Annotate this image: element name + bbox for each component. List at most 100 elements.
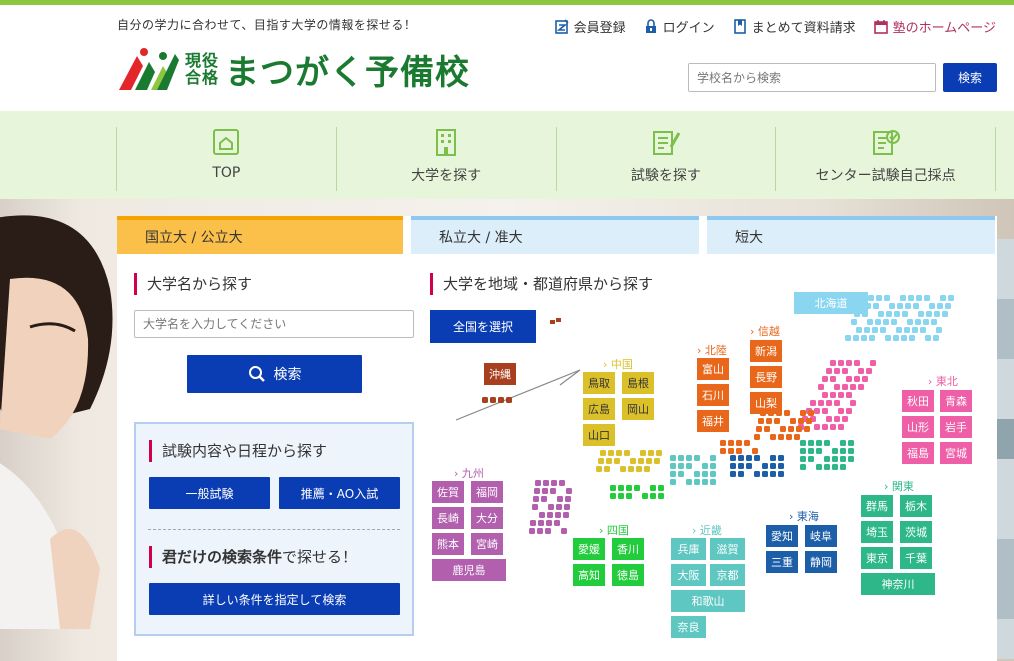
nav-item-find-university[interactable]: 大学を探す [335, 127, 556, 191]
detailed-search-button[interactable]: 詳しい条件を指定して検索 [149, 583, 400, 615]
tab-national-public[interactable]: 国立大 / 公立大 [117, 216, 403, 254]
login-link[interactable]: ログイン [644, 17, 715, 36]
search-icon [248, 366, 265, 382]
map-dot-kyushu [529, 528, 535, 534]
pref-button-fukuoka[interactable]: 福岡 [471, 481, 503, 503]
map-dot-hokkaido [924, 295, 930, 301]
map-dot-kanto [832, 456, 838, 462]
pref-button-yamagata[interactable]: 山形 [902, 416, 934, 438]
map-dot-hokkaido [934, 311, 940, 317]
pref-button-hiroshima[interactable]: 広島 [583, 398, 615, 420]
pref-button-toyama[interactable]: 富山 [697, 358, 729, 380]
pref-button-akita[interactable]: 秋田 [902, 390, 934, 412]
pref-button-fukui[interactable]: 福井 [697, 410, 729, 432]
pref-button-chiba[interactable]: 千葉 [900, 547, 932, 569]
pref-button-gifu[interactable]: 岐阜 [805, 525, 837, 547]
pref-button-gunma[interactable]: 群馬 [861, 495, 893, 517]
pref-button-kumamoto[interactable]: 熊本 [432, 533, 464, 555]
pref-button-okinawa[interactable]: 沖縄 [484, 363, 516, 385]
pref-button-ishikawa[interactable]: 石川 [697, 384, 729, 406]
site-logo[interactable]: 現役 合格 まつがく予備校 [117, 45, 470, 93]
map-dot-kyushu [545, 528, 551, 534]
pref-button-oita[interactable]: 大分 [471, 507, 503, 529]
map-dot-shinetsu [784, 410, 790, 416]
pref-button-fukushima[interactable]: 福島 [902, 442, 934, 464]
recommendation-ao-button[interactable]: 推薦・AO入試 [279, 477, 400, 509]
map-dot-tohoku [850, 384, 856, 390]
university-name-input[interactable] [134, 310, 414, 338]
pref-button-miyazaki[interactable]: 宮崎 [471, 533, 503, 555]
pref-button-nara[interactable]: 奈良 [671, 616, 706, 638]
pref-button-iwate[interactable]: 岩手 [940, 416, 972, 438]
bookmark-icon [733, 19, 746, 34]
pref-button-yamanashi[interactable]: 山梨 [750, 392, 782, 414]
pref-button-saitama[interactable]: 埼玉 [861, 521, 893, 543]
general-exam-button[interactable]: 一般試験 [149, 477, 270, 509]
bulk-request-link[interactable]: まとめて資料請求 [733, 17, 856, 36]
pref-button-kochi[interactable]: 高知 [573, 564, 605, 586]
map-dot-hokuriku [752, 448, 758, 454]
map-dot-hokkaido [864, 327, 870, 333]
register-link-label: 会員登録 [573, 21, 626, 36]
pref-button-tokyo[interactable]: 東京 [861, 547, 893, 569]
school-search-button[interactable]: 検索 [943, 63, 997, 92]
pref-button-hyogo[interactable]: 兵庫 [671, 538, 706, 560]
pref-button-shizuoka[interactable]: 静岡 [805, 551, 837, 573]
map-dot-kanto [816, 464, 822, 470]
map-dot-tokai [730, 455, 736, 461]
pref-button-aomori[interactable]: 青森 [940, 390, 972, 412]
pref-button-niigata[interactable]: 新潟 [750, 340, 782, 362]
map-dot-tokai [730, 463, 736, 469]
pref-button-kagoshima[interactable]: 鹿児島 [432, 559, 506, 581]
custom-condition-title: 君だけの検索条件で探せる！ [149, 546, 357, 568]
student-photo [0, 215, 113, 629]
map-dot-hokkaido [905, 303, 911, 309]
map-dot-hokkaido [909, 335, 915, 341]
pref-button-aichi[interactable]: 愛知 [766, 525, 798, 547]
pref-button-ibaraki[interactable]: 茨城 [900, 521, 932, 543]
map-dot-chugoku [648, 450, 654, 456]
map-dot-kanto [816, 440, 822, 446]
pref-button-tottori[interactable]: 鳥取 [583, 372, 615, 394]
pref-button-nagasaki[interactable]: 長崎 [432, 507, 464, 529]
school-homepage-link[interactable]: 塾のホームページ [873, 17, 996, 36]
map-dot-tohoku [842, 368, 848, 374]
school-search-input[interactable] [688, 63, 936, 92]
pref-button-shimane[interactable]: 島根 [622, 372, 654, 394]
nav-item-find-exam[interactable]: 試験を探す [555, 127, 776, 191]
pref-button-kagawa[interactable]: 香川 [612, 538, 644, 560]
pref-button-miyagi[interactable]: 宮城 [940, 442, 972, 464]
tab-private[interactable]: 私立大 / 准大 [411, 216, 699, 254]
pref-button-saga[interactable]: 佐賀 [432, 481, 464, 503]
map-dot-tokai [754, 471, 760, 477]
map-dot-tohoku [830, 424, 836, 430]
map-dot-kanto [824, 456, 830, 462]
map-dot-chugoku [600, 450, 606, 456]
nav-item-top[interactable]: TOP [116, 127, 336, 191]
pref-button-yamaguchi[interactable]: 山口 [583, 424, 615, 446]
pref-button-kyoto[interactable]: 京都 [710, 564, 745, 586]
pref-button-tokushima[interactable]: 徳島 [612, 564, 644, 586]
map-dot-tohoku [854, 376, 860, 382]
pref-button-nagano[interactable]: 長野 [750, 366, 782, 388]
register-link[interactable]: 会員登録 [554, 17, 626, 36]
map-dot-hokkaido [868, 295, 874, 301]
region-button-hokkaido[interactable]: 北海道 [794, 292, 868, 314]
map-dot-tohoku [838, 360, 844, 366]
nav-item-center-exam-scoring[interactable]: センター試験自己採点 [775, 127, 996, 191]
pref-button-mie[interactable]: 三重 [766, 551, 798, 573]
map-dot-hokuriku [720, 448, 726, 454]
pref-button-okayama[interactable]: 岡山 [622, 398, 654, 420]
map-dot-kyushu [543, 480, 549, 486]
pref-button-tochigi[interactable]: 栃木 [900, 495, 932, 517]
pref-button-ehime[interactable]: 愛媛 [573, 538, 605, 560]
map-dot-okinawa [550, 320, 555, 324]
map-dot-tokai [770, 455, 776, 461]
pref-button-shiga[interactable]: 滋賀 [710, 538, 745, 560]
pref-button-kanagawa[interactable]: 神奈川 [861, 573, 935, 595]
map-dot-hokkaido [880, 327, 886, 333]
tab-junior-college[interactable]: 短大 [707, 216, 995, 254]
name-search-button[interactable]: 検索 [187, 355, 362, 393]
pref-button-wakayama[interactable]: 和歌山 [671, 590, 745, 612]
pref-button-osaka[interactable]: 大阪 [671, 564, 706, 586]
